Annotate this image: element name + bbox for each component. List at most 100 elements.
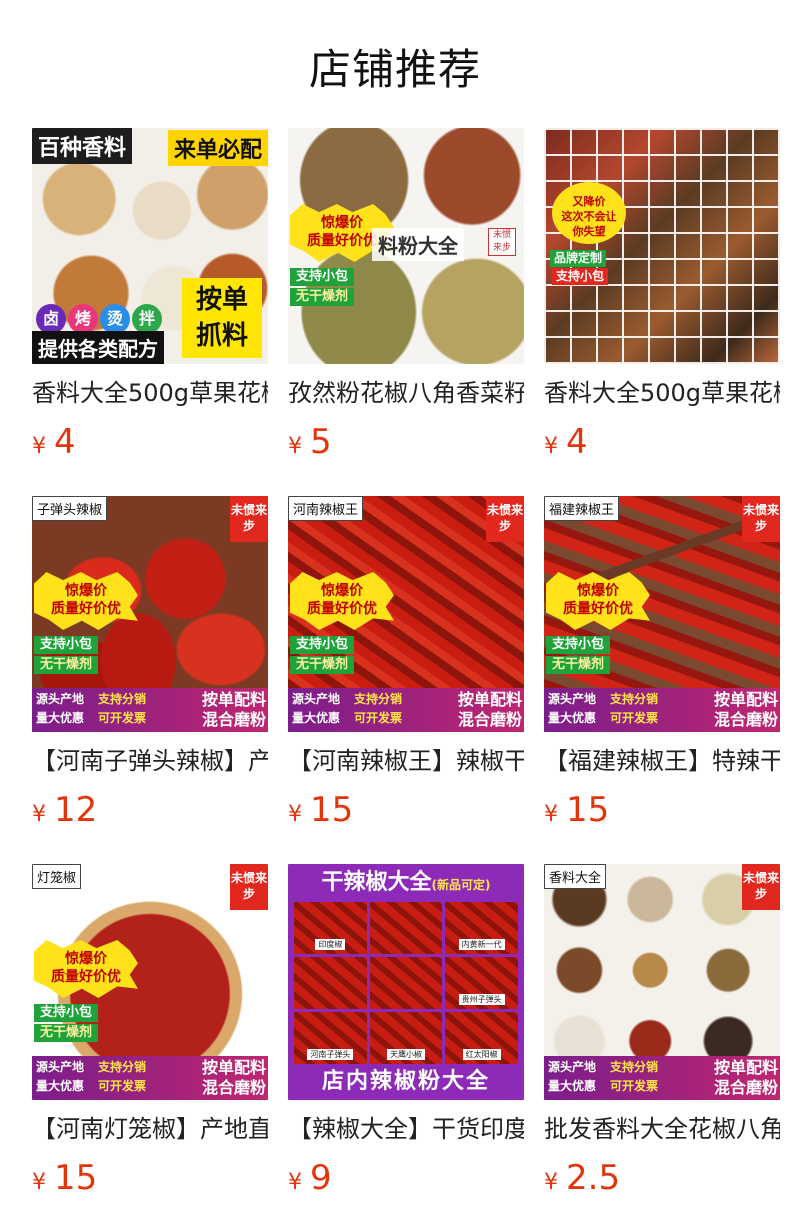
thumb-chip: 支持小包 xyxy=(34,1004,99,1022)
footer-text: 可开发票 xyxy=(98,711,147,725)
seal-stamp: 未惯来步 xyxy=(742,864,780,910)
footer-text: 混合磨粉 xyxy=(201,1078,266,1097)
thumb-pill: 卤 xyxy=(36,304,66,334)
product-name[interactable]: 【河南子弹头辣椒】产地直发 xyxy=(32,746,268,776)
currency-symbol: ¥ xyxy=(288,434,302,459)
badge-line: 又降价 xyxy=(552,194,626,209)
price-value: 15 xyxy=(310,790,354,830)
product-card[interactable]: 香料大全 未惯来步 源头产地 量大优惠 支持分销 可开发票 按单配料 混合磨粉 … xyxy=(544,864,780,1198)
footer-left: 源头产地 量大优惠 xyxy=(36,690,84,728)
product-name[interactable]: 香料大全500g草果花椒八角香叶 xyxy=(32,378,268,408)
thumb-header-note: (新品可定) xyxy=(431,878,491,892)
panel-label: 内黄新一代 xyxy=(458,939,505,950)
product-price: ¥4 xyxy=(544,422,780,462)
footer-left: 源头产地 量大优惠 xyxy=(548,1058,596,1096)
thumb-corner-label: 灯笼椒 xyxy=(32,864,82,889)
burst-line: 惊爆价 xyxy=(65,951,107,967)
price-value: 12 xyxy=(54,790,98,830)
product-thumbnail[interactable]: 福建辣椒王 未惯来步 惊爆价 质量好价优 支持小包 无干燥剂 源头产地 量大优惠… xyxy=(544,496,780,732)
footer-text: 混合磨粉 xyxy=(713,1078,778,1097)
chili-panel: 贵州子弹头 xyxy=(445,957,518,1009)
footer-mid: 支持分销 可开发票 xyxy=(354,690,402,728)
seal-stamp: 未惯来步 xyxy=(488,228,516,256)
product-card[interactable]: 河南辣椒王 未惯来步 惊爆价 质量好价优 支持小包 无干燥剂 源头产地 量大优惠… xyxy=(288,496,524,830)
price-burst-badge: 惊爆价 质量好价优 xyxy=(34,572,138,630)
product-thumbnail[interactable]: 香料大全 未惯来步 源头产地 量大优惠 支持分销 可开发票 按单配料 混合磨粉 xyxy=(544,864,780,1100)
panel-label: 红太阳椒 xyxy=(462,1049,501,1060)
product-card[interactable]: 惊爆价 质量好价优 支持小包 无干燥剂 料粉大全 未惯来步 孜然粉花椒八角香菜籽… xyxy=(288,128,524,462)
thumb-chip: 无干燥剂 xyxy=(546,656,611,674)
footer-text: 混合磨粉 xyxy=(457,710,522,729)
chili-panel xyxy=(369,957,443,1009)
footer-right: 按单配料 混合磨粉 xyxy=(202,690,266,730)
price-value: 4 xyxy=(54,422,76,462)
currency-symbol: ¥ xyxy=(544,434,558,459)
footer-text: 支持分销 xyxy=(98,1060,147,1074)
thumb-footer: 店内辣椒粉大全 xyxy=(321,1069,490,1094)
footer-left: 源头产地 量大优惠 xyxy=(292,690,340,728)
product-price: ¥12 xyxy=(32,790,268,830)
footer-left: 源头产地 量大优惠 xyxy=(36,1058,84,1096)
product-thumbnail[interactable]: 惊爆价 质量好价优 支持小包 无干燥剂 料粉大全 未惯来步 xyxy=(288,128,524,364)
price-value: 15 xyxy=(566,790,610,830)
price-value: 2.5 xyxy=(566,1158,621,1198)
product-price: ¥2.5 xyxy=(544,1158,780,1198)
product-thumbnail[interactable]: 干辣椒大全(新品可定) 印度椒 内黄新一代 贵州子弹头 河南子弹头 天鹰小椒 红… xyxy=(288,864,524,1100)
product-card[interactable]: 百种香料 来单必配 卤烤烫拌 提供各类配方 按单 抓料 香料大全500g草果花椒… xyxy=(32,128,268,462)
product-name[interactable]: 【河南辣椒王】辣椒干货 xyxy=(288,746,524,776)
footer-text: 可开发票 xyxy=(610,1079,659,1093)
product-name[interactable]: 【辣椒大全】干货印度椒 xyxy=(288,1114,524,1144)
thumb-footer-strip: 源头产地 量大优惠 支持分销 可开发票 按单配料 混合磨粉 xyxy=(288,688,524,732)
burst-line: 质量好价优 xyxy=(563,601,633,617)
badge-line: 这次不会让 xyxy=(561,210,617,223)
product-thumbnail[interactable]: 百种香料 来单必配 卤烤烫拌 提供各类配方 按单 抓料 xyxy=(32,128,268,364)
product-thumbnail[interactable]: 灯笼椒 未惯来步 惊爆价 质量好价优 支持小包 无干燥剂 源头产地 量大优惠 支… xyxy=(32,864,268,1100)
product-name[interactable]: 孜然粉花椒八角香菜籽 xyxy=(288,378,524,408)
price-burst-badge: 惊爆价 质量好价优 xyxy=(546,572,650,630)
product-card[interactable]: 干辣椒大全(新品可定) 印度椒 内黄新一代 贵州子弹头 河南子弹头 天鹰小椒 红… xyxy=(288,864,524,1198)
price-value: 9 xyxy=(310,1158,332,1198)
product-name[interactable]: 【福建辣椒王】特辣干辣椒 xyxy=(544,746,780,776)
seal-stamp: 未惯来步 xyxy=(742,496,780,542)
footer-text: 量大优惠 xyxy=(36,1079,85,1093)
chili-panel: 内黄新一代 xyxy=(445,902,518,954)
product-card[interactable]: 福建辣椒王 未惯来步 惊爆价 质量好价优 支持小包 无干燥剂 源头产地 量大优惠… xyxy=(544,496,780,830)
product-thumbnail[interactable]: 又降价 这次不会让 你失望 品牌定制 支持小包 xyxy=(544,128,780,364)
chili-panel xyxy=(294,957,367,1009)
product-name[interactable]: 【河南灯笼椒】产地直发 xyxy=(32,1114,268,1144)
product-name[interactable]: 香料大全500g草果花椒八角香叶 xyxy=(544,378,780,408)
price-burst-badge: 惊爆价 质量好价优 xyxy=(34,940,138,998)
product-card[interactable]: 子弹头辣椒 未惯来步 惊爆价 质量好价优 支持小包 无干燥剂 源头产地 量大优惠… xyxy=(32,496,268,830)
product-card[interactable]: 灯笼椒 未惯来步 惊爆价 质量好价优 支持小包 无干燥剂 源头产地 量大优惠 支… xyxy=(32,864,268,1198)
thumb-corner-label: 河南辣椒王 xyxy=(288,496,364,521)
footer-text: 按单配料 xyxy=(457,690,522,709)
product-thumbnail[interactable]: 河南辣椒王 未惯来步 惊爆价 质量好价优 支持小包 无干燥剂 源头产地 量大优惠… xyxy=(288,496,524,732)
thumb-chip: 支持小包 xyxy=(290,636,355,654)
footer-text: 按单配料 xyxy=(713,1058,778,1077)
thumb-pill-row: 卤烤烫拌 xyxy=(36,304,164,334)
thumb-footer-strip: 源头产地 量大优惠 支持分销 可开发票 按单配料 混合磨粉 xyxy=(544,688,780,732)
currency-symbol: ¥ xyxy=(32,1170,46,1195)
product-card[interactable]: 又降价 这次不会让 你失望 品牌定制 支持小包 香料大全500g草果花椒八角香叶… xyxy=(544,128,780,462)
currency-symbol: ¥ xyxy=(544,802,558,827)
footer-text: 混合磨粉 xyxy=(713,710,778,729)
chili-panel: 红太阳椒 xyxy=(445,1012,518,1064)
thumb-header: 干辣椒大全(新品可定) xyxy=(288,864,524,902)
thumb-chip: 无干燥剂 xyxy=(290,656,355,674)
product-price: ¥5 xyxy=(288,422,524,462)
thumb-corner-label: 福建辣椒王 xyxy=(544,496,620,521)
chili-panel: 天鹰小椒 xyxy=(369,1012,443,1064)
footer-text: 源头产地 xyxy=(548,692,597,706)
panel-label: 贵州子弹头 xyxy=(458,994,505,1005)
product-thumbnail[interactable]: 子弹头辣椒 未惯来步 惊爆价 质量好价优 支持小包 无干燥剂 源头产地 量大优惠… xyxy=(32,496,268,732)
thumb-corner-label: 香料大全 xyxy=(544,864,607,889)
thumb-chip: 无干燥剂 xyxy=(34,656,99,674)
price-value: 4 xyxy=(566,422,588,462)
burst-line: 质量好价优 xyxy=(307,601,377,617)
product-name[interactable]: 批发香料大全花椒八角 xyxy=(544,1114,780,1144)
price-drop-badge: 又降价 这次不会让 你失望 xyxy=(552,182,626,244)
currency-symbol: ¥ xyxy=(288,802,302,827)
footer-text: 按单配料 xyxy=(713,690,778,709)
footer-mid: 支持分销 可开发票 xyxy=(98,690,146,728)
chili-panel: 河南子弹头 xyxy=(294,1012,367,1064)
